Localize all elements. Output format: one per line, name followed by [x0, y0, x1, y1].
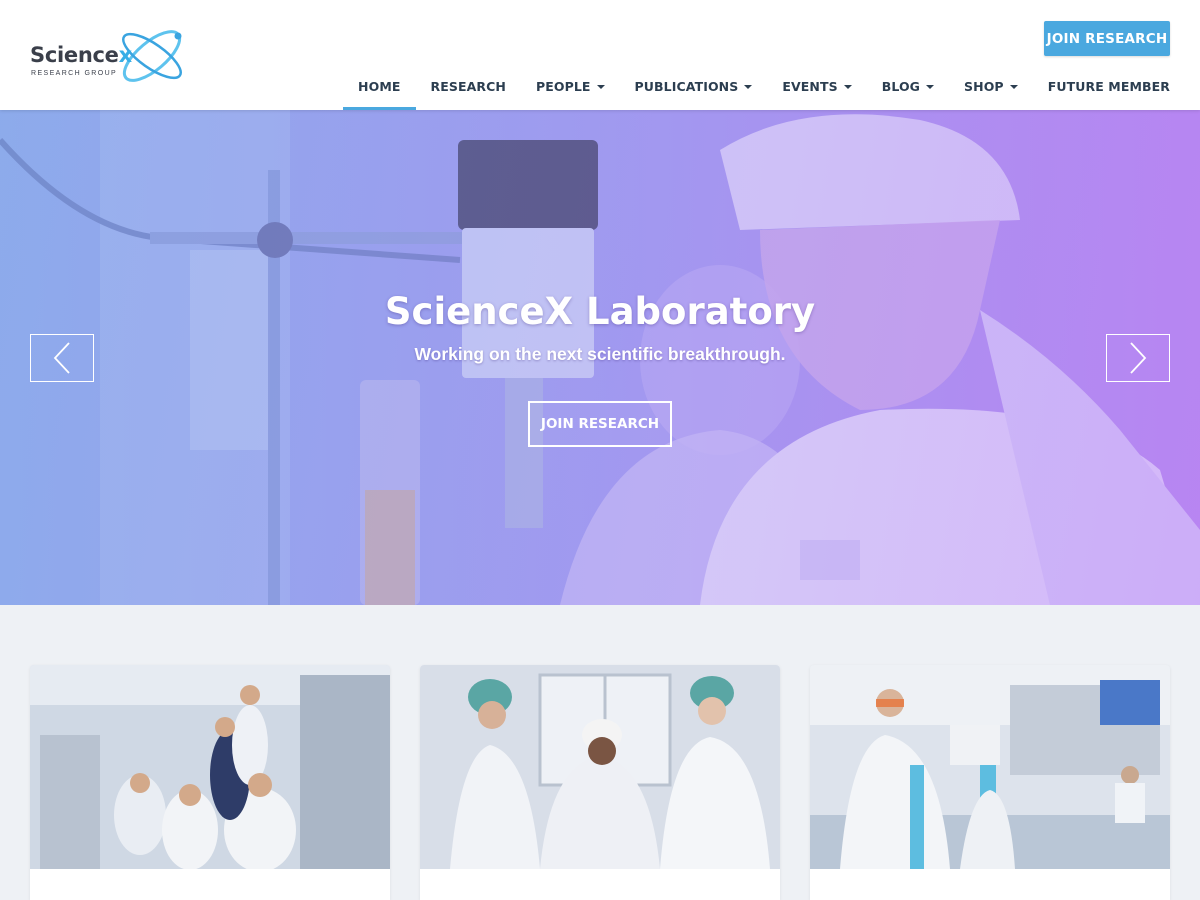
- hero-subtitle: Working on the next scientific breakthro…: [414, 344, 786, 364]
- nav-item-future-member[interactable]: FUTURE MEMBER: [1033, 62, 1185, 110]
- join-research-button[interactable]: JOIN RESEARCH: [1044, 21, 1170, 56]
- lab-researcher-photo: [810, 665, 1170, 869]
- caret-down-icon: [926, 84, 935, 89]
- caret-down-icon: [596, 84, 605, 89]
- research-team-photo: [30, 665, 390, 869]
- caret-down-icon: [1009, 84, 1018, 89]
- feature-card-1[interactable]: [30, 665, 390, 900]
- nav-item-blog[interactable]: BLOG: [867, 62, 949, 110]
- nav-item-research[interactable]: RESEARCH: [416, 62, 521, 110]
- nav-item-publications[interactable]: PUBLICATIONS: [620, 62, 768, 110]
- logo-tagline: RESEARCH GROUP: [31, 70, 118, 77]
- hero-title: ScienceX Laboratory: [384, 290, 816, 333]
- main-nav: HOME RESEARCH PEOPLE PUBLICATIONS EVENTS…: [343, 62, 1185, 110]
- logo-wordmark: Sciencex: [30, 43, 132, 67]
- feature-card-3[interactable]: [810, 665, 1170, 900]
- hero-slider: ScienceX Laboratory Working on the next …: [0, 110, 1200, 605]
- site-logo[interactable]: Sciencex RESEARCH GROUP: [30, 18, 190, 94]
- nav-item-shop[interactable]: SHOP: [949, 62, 1033, 110]
- caret-down-icon: [744, 84, 753, 89]
- hero-join-button[interactable]: JOIN RESEARCH: [528, 401, 672, 447]
- nav-item-home[interactable]: HOME: [343, 62, 416, 110]
- nav-item-events[interactable]: EVENTS: [767, 62, 866, 110]
- site-header: Sciencex RESEARCH GROUP JOIN RESEARCH HO…: [0, 0, 1200, 110]
- nav-item-people[interactable]: PEOPLE: [521, 62, 620, 110]
- feature-card-2[interactable]: [420, 665, 780, 900]
- lab-staff-photo: [420, 665, 780, 869]
- caret-down-icon: [843, 84, 852, 89]
